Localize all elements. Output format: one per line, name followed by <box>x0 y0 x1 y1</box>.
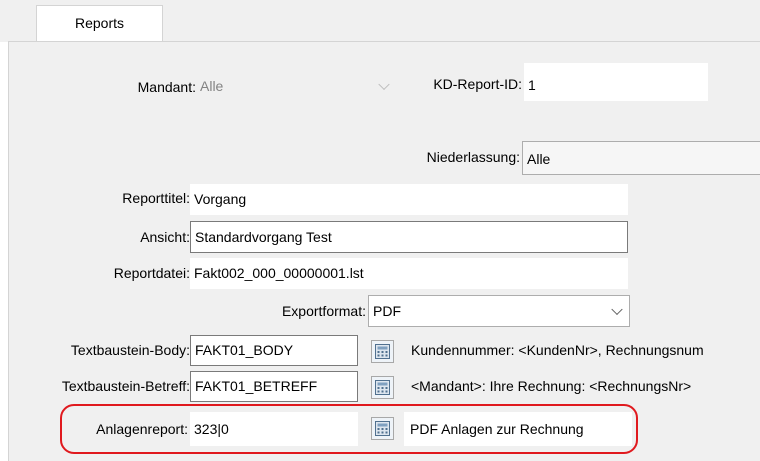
exportformat-value: PDF <box>373 303 401 319</box>
chevron-down-icon <box>378 78 390 91</box>
ansicht-label: Ansicht: <box>140 229 190 245</box>
exportformat-label: Exportformat: <box>281 303 366 319</box>
ansicht-input[interactable]: Standardvorgang Test <box>190 221 628 253</box>
textbaustein-body-preview: Kundennummer: <KundenNr>, Rechnungsnum <box>411 342 704 358</box>
reportdatei-label: Reportdatei: <box>113 265 190 281</box>
mandant-label: Mandant: <box>137 79 196 95</box>
tab-reports[interactable]: Reports <box>36 5 163 42</box>
kd-report-id-input[interactable]: 1 <box>524 63 708 101</box>
niederlassung-select[interactable]: Alle <box>522 141 760 175</box>
textbaustein-betreff-input[interactable]: FAKT01_BETREFF <box>190 371 358 402</box>
niederlassung-value: Alle <box>527 151 551 167</box>
calculator-icon[interactable] <box>371 340 394 363</box>
textbaustein-betreff-label: Textbaustein-Betreff: <box>61 378 190 394</box>
textbaustein-betreff-preview: <Mandant>: Ihre Rechnung: <RechnungsNr> <box>411 378 692 394</box>
textbaustein-body-input[interactable]: FAKT01_BODY <box>190 335 358 366</box>
reporttitel-label: Reporttitel: <box>122 190 190 206</box>
reporttitel-input[interactable]: Vorgang <box>190 184 628 215</box>
highlight-annotation <box>60 404 638 454</box>
calculator-icon-graphic <box>375 380 390 395</box>
mandant-select: Alle <box>196 69 396 103</box>
tab-strip: Reports <box>0 0 760 42</box>
calculator-icon-graphic <box>375 344 390 359</box>
reportdatei-input[interactable]: Fakt002_000_00000001.lst <box>190 258 628 289</box>
chevron-down-icon <box>611 303 623 316</box>
kd-report-id-label: KD-Report-ID: <box>433 76 522 92</box>
calculator-icon[interactable] <box>371 376 394 399</box>
textbaustein-body-label: Textbaustein-Body: <box>70 342 190 358</box>
mandant-value: Alle <box>200 78 224 94</box>
niederlassung-label: Niederlassung: <box>426 149 520 165</box>
exportformat-select[interactable]: PDF <box>368 295 630 327</box>
